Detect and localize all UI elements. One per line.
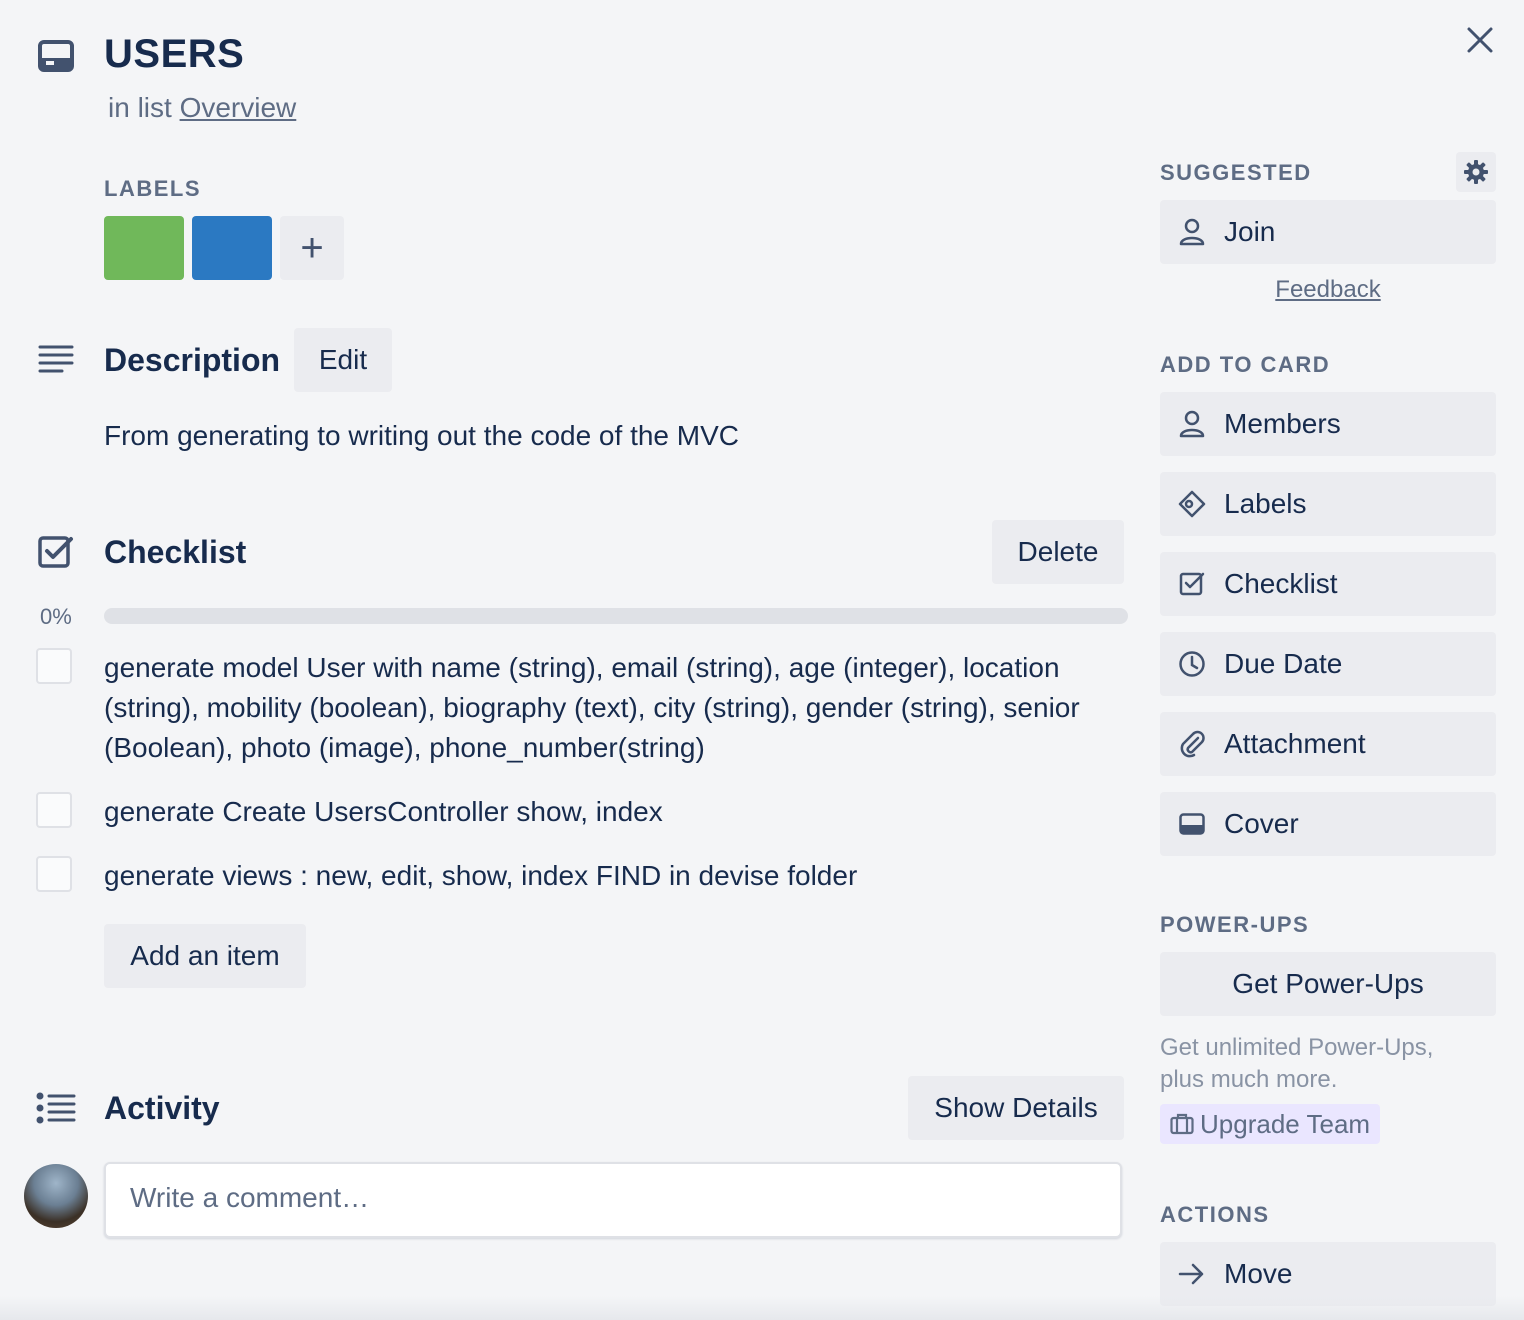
description-heading: Description	[104, 342, 281, 378]
checklist-button[interactable]: Checklist	[1160, 552, 1496, 616]
upgrade-team-button[interactable]: Upgrade Team	[1160, 1104, 1381, 1144]
list-link[interactable]: Overview	[180, 92, 297, 123]
in-list-prefix: in list	[108, 92, 172, 123]
add-to-card-heading: ADD TO CARD	[1160, 352, 1331, 377]
card-icon	[38, 40, 74, 72]
person-icon	[1178, 218, 1206, 246]
label-chip-blue[interactable]	[192, 216, 272, 280]
join-button[interactable]: Join	[1160, 200, 1496, 264]
attachment-label: Attachment	[1224, 728, 1366, 759]
members-button[interactable]: Members	[1160, 392, 1496, 456]
feedback-link[interactable]: Feedback	[1160, 276, 1496, 304]
plus-icon: +	[300, 225, 324, 270]
comment-input[interactable]: Write a comment…	[104, 1162, 1122, 1238]
labels-heading: LABELS	[104, 176, 201, 201]
checklist-item-checkbox[interactable]	[36, 856, 72, 892]
join-label: Join	[1224, 216, 1276, 247]
checkbox-icon	[1178, 570, 1206, 598]
list-breadcrumb: in list Overview	[108, 92, 296, 124]
checklist-item-text[interactable]: generate Create UsersController show, in…	[104, 792, 1094, 832]
label-chip-green[interactable]	[104, 216, 184, 280]
description-icon	[38, 344, 74, 374]
attachment-button[interactable]: Attachment	[1160, 712, 1496, 776]
gear-icon	[1463, 159, 1489, 185]
labels-button[interactable]: Labels	[1160, 472, 1496, 536]
add-label-button[interactable]: +	[280, 216, 344, 280]
arrow-right-icon	[1178, 1260, 1206, 1288]
due-date-label: Due Date	[1224, 648, 1343, 679]
powerups-heading: POWER-UPS	[1160, 912, 1310, 937]
bottom-fade	[0, 1296, 1524, 1320]
progress-percent: 0%	[40, 604, 72, 629]
paperclip-icon	[1178, 730, 1206, 758]
avatar[interactable]	[24, 1164, 88, 1228]
checklist-heading: Checklist	[104, 534, 247, 570]
briefcase-icon	[1170, 1113, 1194, 1135]
checklist-item-checkbox[interactable]	[36, 792, 72, 828]
checklist-progress-bar	[104, 608, 1128, 624]
delete-checklist-button[interactable]: Delete	[992, 520, 1124, 584]
activity-icon	[36, 1092, 76, 1124]
powerups-promo-text: Get unlimited Power-Ups, plus much more.	[1160, 1034, 1434, 1093]
checklist-item-text[interactable]: generate model User with name (string), …	[104, 648, 1094, 768]
suggested-settings-button[interactable]	[1456, 152, 1496, 192]
suggested-heading: SUGGESTED	[1160, 160, 1312, 185]
person-icon	[1178, 410, 1206, 438]
show-details-button[interactable]: Show Details	[908, 1076, 1124, 1140]
clock-icon	[1178, 650, 1206, 678]
tag-icon	[1178, 490, 1206, 518]
cover-button[interactable]: Cover	[1160, 792, 1496, 856]
members-label: Members	[1224, 408, 1341, 439]
actions-heading: ACTIONS	[1160, 1202, 1270, 1227]
edit-description-button[interactable]: Edit	[294, 328, 392, 392]
checklist-item-checkbox[interactable]	[36, 648, 72, 684]
get-powerups-button[interactable]: Get Power-Ups	[1160, 952, 1496, 1016]
description-text[interactable]: From generating to writing out the code …	[104, 420, 739, 452]
get-powerups-label: Get Power-Ups	[1232, 968, 1424, 999]
labels-label: Labels	[1224, 488, 1307, 519]
move-label: Move	[1224, 1258, 1293, 1289]
upgrade-team-label: Upgrade Team	[1200, 1108, 1371, 1139]
cover-icon	[1178, 810, 1206, 838]
checklist-label: Checklist	[1224, 568, 1338, 599]
activity-heading: Activity	[104, 1090, 220, 1126]
cover-label: Cover	[1224, 808, 1299, 839]
checklist-item-text[interactable]: generate views : new, edit, show, index …	[104, 856, 1094, 896]
close-icon[interactable]	[1466, 26, 1494, 54]
checklist-icon	[38, 534, 74, 570]
due-date-button[interactable]: Due Date	[1160, 632, 1496, 696]
card-title[interactable]: USERS	[104, 32, 244, 77]
add-item-button[interactable]: Add an item	[104, 924, 306, 988]
